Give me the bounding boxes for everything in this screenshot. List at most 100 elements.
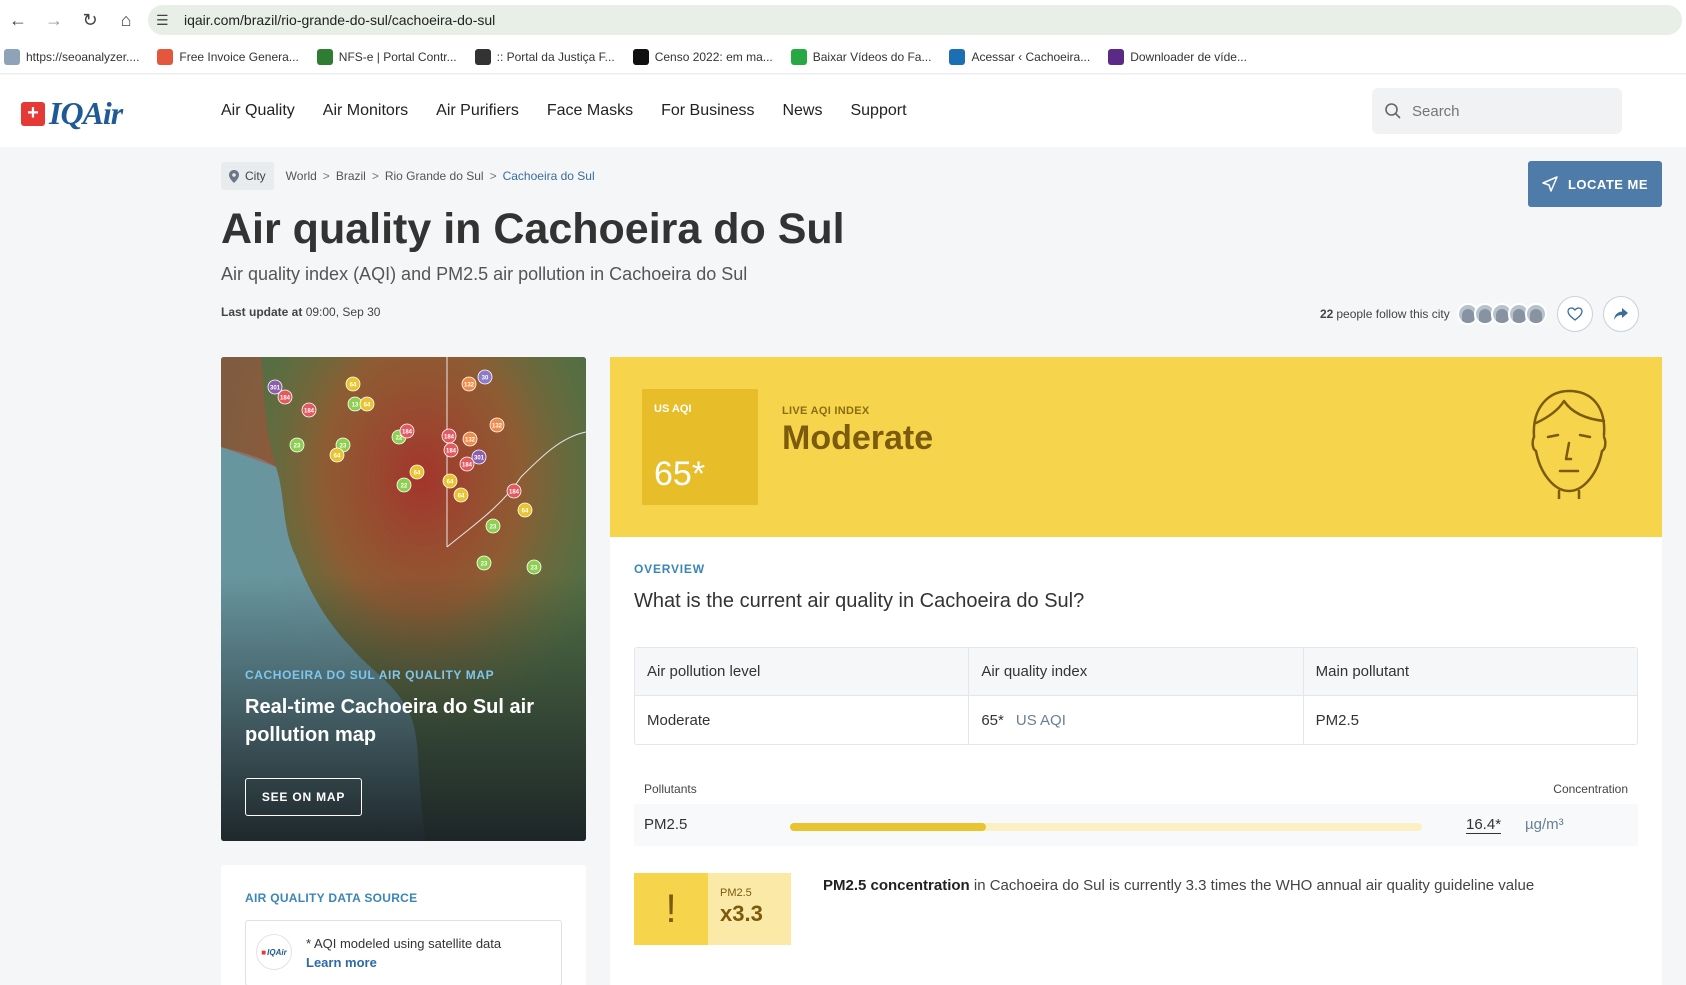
site-settings-icon[interactable]: ☰ — [156, 12, 178, 29]
bookmark-favicon-icon — [790, 48, 807, 65]
bookmark-item[interactable]: Censo 2022: em ma... — [632, 48, 773, 65]
aqi-label: US AQI — [654, 403, 692, 415]
page-title: Air quality in Cachoeira do Sul — [221, 205, 845, 253]
nav-news[interactable]: News — [782, 102, 822, 120]
learn-more-link[interactable]: Learn more — [306, 955, 377, 970]
data-source-box: ■ IQAir * AQI modeled using satellite dat… — [245, 920, 562, 985]
who-text-bold: PM2.5 concentration — [823, 877, 970, 894]
bookmark-item[interactable]: NFS-e | Portal Contr... — [316, 48, 457, 65]
map-marker-label: 23 — [531, 566, 538, 572]
follower-avatars — [1456, 303, 1547, 325]
nav-air-monitors[interactable]: Air Monitors — [323, 102, 408, 120]
cell-aqi-value: 65* — [981, 711, 1004, 729]
concentration-label: Concentration — [1553, 782, 1628, 796]
source-logo-text: IQAir — [267, 947, 287, 957]
iqair-logo[interactable]: + IQAir — [21, 95, 123, 132]
bookmark-item[interactable]: https://seoanalyzer.... — [4, 48, 139, 65]
forward-icon[interactable]: → — [36, 0, 72, 40]
map-marker-label: 23 — [481, 562, 488, 568]
reload-icon[interactable]: ↻ — [72, 0, 108, 40]
aqi-status: Moderate — [782, 419, 934, 457]
heart-icon — [1567, 307, 1583, 321]
bookmark-label: Free Invoice Genera... — [179, 49, 299, 64]
back-icon[interactable]: ← — [0, 0, 36, 40]
live-aqi-label: LIVE AQI INDEX — [782, 405, 870, 417]
breadcrumb-world[interactable]: World — [286, 169, 317, 183]
see-on-map-button[interactable]: SEE ON MAP — [245, 778, 362, 816]
bookmark-item[interactable]: Baixar Vídeos do Fa... — [790, 48, 931, 65]
bookmark-item[interactable]: :: Portal da Justiça F... — [474, 48, 615, 65]
bookmarks-bar: https://seoanalyzer.... Free Invoice Gene… — [0, 40, 1686, 74]
map-marker-label: 64 — [334, 454, 341, 460]
map-marker-label: 30 — [482, 376, 489, 382]
site-header: + IQAir Air Quality Air Monitors Air Purif… — [0, 75, 1686, 147]
last-update-value: 09:00, Sep 30 — [305, 305, 381, 319]
cell-pollution-level: Moderate — [635, 696, 970, 744]
who-guideline-text: PM2.5 concentration in Cachoeira do Sul … — [823, 877, 1534, 894]
who-text-rest: in Cachoeira do Sul is currently 3.3 tim… — [969, 877, 1535, 894]
header-main-pollutant: Main pollutant — [1315, 663, 1410, 680]
overview-question: What is the current air quality in Cacho… — [634, 590, 1085, 612]
search-input[interactable] — [1412, 102, 1612, 120]
cell-main-pollutant: PM2.5 — [1315, 711, 1360, 729]
follow-heart-button[interactable] — [1556, 296, 1593, 332]
home-icon[interactable]: ⌂ — [108, 0, 144, 40]
face-icon — [1531, 389, 1607, 499]
map-kicker: CACHOEIRA DO SUL AIR QUALITY MAP — [245, 668, 495, 682]
search-box[interactable] — [1372, 88, 1622, 134]
map-marker-label: 22 — [401, 484, 408, 490]
breadcrumb-separator: > — [371, 169, 379, 183]
exclamation-icon: ! — [634, 873, 708, 945]
url-text[interactable]: iqair.com/brazil/rio-grande-do-sul/cacho… — [184, 12, 495, 28]
bookmark-label: Acessar ‹ Cachoeira... — [971, 49, 1091, 64]
aqi-panel: US AQI 65* LIVE AQI INDEX Moderate — [610, 357, 1662, 537]
main-nav: Air Quality Air Monitors Air Purifiers Face… — [221, 75, 935, 147]
map-card[interactable]: 301 184 184 64 13 64 23 23 64 22 184 132 30 184 132 184… — [221, 357, 586, 841]
overview-kicker: OVERVIEW — [634, 562, 705, 576]
data-source-text: * AQI modeled using satellite data — [306, 936, 502, 951]
address-bar[interactable]: ☰ iqair.com/brazil/rio-grande-do-sul/cac… — [148, 5, 1682, 35]
locate-me-button[interactable]: LOCATE ME — [1528, 161, 1662, 207]
bookmark-favicon-icon — [157, 48, 174, 65]
pollutant-name: PM2.5 — [644, 816, 688, 833]
breadcrumb: City World > Brazil > Rio Grande do Sul … — [221, 162, 595, 190]
map-marker-label: 23 — [294, 444, 301, 450]
last-update: Last update at 09:00, Sep 30 — [221, 305, 380, 319]
nav-for-business[interactable]: For Business — [661, 102, 754, 120]
pollutant-unit: µg/m³ — [1525, 816, 1564, 833]
map-marker-label: 64 — [447, 480, 454, 486]
nav-face-masks[interactable]: Face Masks — [547, 102, 633, 120]
share-button[interactable] — [1602, 296, 1639, 332]
pollutant-bar-fill — [790, 823, 986, 831]
map-marker-label: 301 — [474, 456, 485, 462]
map-marker-label: 301 — [270, 386, 281, 392]
breadcrumb-brazil[interactable]: Brazil — [336, 169, 366, 183]
bookmark-favicon-icon — [474, 48, 491, 65]
map-marker-label: 64 — [350, 383, 357, 389]
bookmark-label: NFS-e | Portal Contr... — [338, 49, 457, 64]
map-marker-label: 132 — [464, 383, 475, 389]
nav-air-purifiers[interactable]: Air Purifiers — [436, 102, 519, 120]
page-subtitle: Air quality index (AQI) and PM2.5 air po… — [221, 264, 748, 284]
logo-text: IQAir — [49, 95, 123, 131]
map-marker-label: 64 — [364, 403, 371, 409]
pollutants-header: Pollutants Concentration — [644, 782, 1628, 796]
breadcrumb-state[interactable]: Rio Grande do Sul — [385, 169, 484, 183]
bookmark-item[interactable]: Downloader de víde... — [1108, 48, 1247, 65]
who-ratio-box: ! PM2.5 x3.3 — [634, 873, 791, 945]
nav-support[interactable]: Support — [850, 102, 906, 120]
pollutant-value[interactable]: 16.4* — [1466, 816, 1502, 834]
aqi-value: 65* — [654, 455, 706, 493]
map-marker-label: 184 — [509, 490, 520, 496]
nav-air-quality[interactable]: Air Quality — [221, 102, 295, 120]
who-ratio: PM2.5 x3.3 — [708, 873, 791, 945]
locate-me-label: LOCATE ME — [1567, 176, 1649, 192]
map-marker-label: 64 — [458, 494, 465, 500]
last-update-label: Last update at — [221, 305, 303, 319]
map-marker-label: 23 — [340, 444, 347, 450]
aqi-box: US AQI 65* — [642, 389, 758, 505]
bookmark-item[interactable]: Free Invoice Genera... — [157, 48, 299, 65]
location-pin-icon — [229, 169, 239, 183]
bookmark-item[interactable]: Acessar ‹ Cachoeira... — [949, 48, 1091, 65]
breadcrumb-city[interactable]: Cachoeira do Sul — [503, 169, 595, 183]
